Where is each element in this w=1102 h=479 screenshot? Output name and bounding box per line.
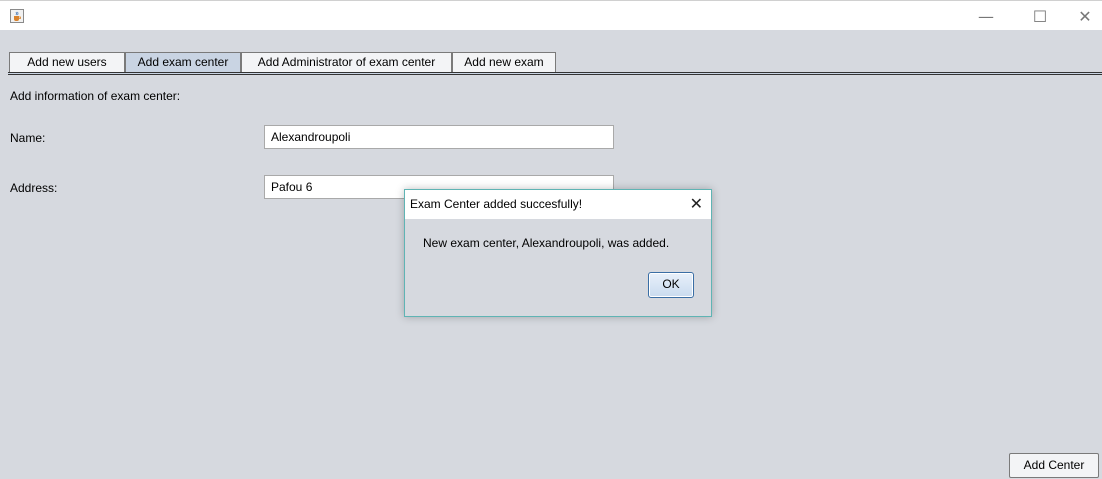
minimize-button[interactable]: — <box>963 1 1009 31</box>
tab-add-administrator[interactable]: Add Administrator of exam center <box>241 52 452 72</box>
maximize-icon: ☐ <box>1032 6 1048 26</box>
title-bar: — ☐ ✕ <box>0 0 1102 30</box>
tab-add-new-exam[interactable]: Add new exam <box>452 52 556 72</box>
ok-button[interactable]: OK <box>648 272 694 298</box>
application-window: — ☐ ✕ Add new users Add exam center Add … <box>0 0 1102 479</box>
add-center-button[interactable]: Add Center <box>1009 453 1099 478</box>
tab-add-new-users[interactable]: Add new users <box>9 52 125 72</box>
maximize-button[interactable]: ☐ <box>1017 1 1063 31</box>
dialog-message: New exam center, Alexandroupoli, was add… <box>423 236 670 250</box>
dialog-close-icon[interactable]: ✕ <box>690 194 703 213</box>
dialog-title: Exam Center added succesfully! <box>410 197 583 211</box>
name-label: Name: <box>10 131 46 145</box>
name-input[interactable] <box>264 125 614 149</box>
close-icon: ✕ <box>1078 6 1092 26</box>
minimize-icon: — <box>978 6 994 26</box>
java-cup-icon <box>10 9 24 23</box>
success-dialog: Exam Center added succesfully! ✕ New exa… <box>404 189 712 317</box>
tab-bar: Add new users Add exam center Add Admini… <box>0 30 1102 75</box>
dialog-title-bar: Exam Center added succesfully! ✕ <box>405 190 711 219</box>
close-button[interactable]: ✕ <box>1062 1 1102 31</box>
tab-add-exam-center[interactable]: Add exam center <box>125 52 241 72</box>
tab-divider <box>8 72 1102 75</box>
form-heading: Add information of exam center: <box>10 89 181 103</box>
address-label: Address: <box>10 181 58 195</box>
